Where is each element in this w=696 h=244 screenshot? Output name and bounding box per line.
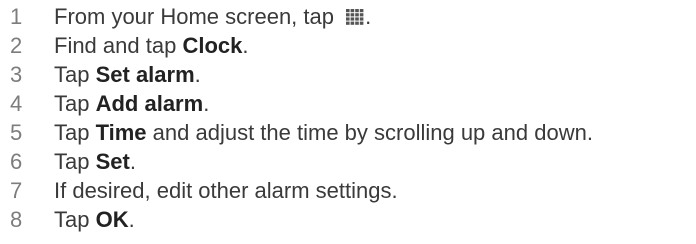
- step-4: 4 Tap Add alarm.: [10, 89, 593, 118]
- step-text: Find and tap: [54, 33, 183, 58]
- step-2: 2 Find and tap Clock.: [10, 31, 593, 60]
- step-text: From your Home screen, tap: [54, 4, 341, 29]
- step-7: 7 If desired, edit other alarm settings.: [10, 176, 593, 205]
- step-text: Tap: [54, 120, 96, 145]
- step-number: 8: [10, 207, 23, 232]
- step-1: 1 From your Home screen, tap .: [10, 2, 593, 31]
- step-text: and adjust the time by scrolling up and …: [146, 120, 593, 145]
- step-keyword: Set alarm: [95, 62, 195, 87]
- step-number: 6: [10, 149, 23, 174]
- step-number: 7: [10, 178, 23, 203]
- step-keyword: Set: [95, 149, 130, 174]
- step-text: Tap: [54, 149, 96, 174]
- step-keyword: Clock: [182, 33, 243, 58]
- step-text: .: [194, 62, 201, 87]
- app-grid-icon: [345, 8, 365, 26]
- step-text: If desired, edit other alarm settings.: [54, 178, 398, 203]
- step-3: 3 Tap Set alarm.: [10, 60, 593, 89]
- step-text: .: [129, 149, 136, 174]
- step-text: Tap: [54, 62, 96, 87]
- step-text: .: [203, 91, 210, 116]
- step-text: Tap: [54, 91, 96, 116]
- step-number: 1: [10, 4, 23, 29]
- step-8: 8 Tap OK.: [10, 205, 593, 234]
- step-keyword: Time: [95, 120, 147, 145]
- step-number: 2: [10, 33, 23, 58]
- step-number: 4: [10, 91, 23, 116]
- step-5: 5 Tap Time and adjust the time by scrolli…: [10, 118, 593, 147]
- step-text: .: [365, 4, 372, 29]
- instruction-steps: 1 From your Home screen, tap . 2 Find and …: [10, 2, 593, 234]
- step-text: Tap: [54, 207, 96, 232]
- step-keyword: Add alarm: [95, 91, 204, 116]
- step-text: .: [128, 207, 135, 232]
- step-6: 6 Tap Set.: [10, 147, 593, 176]
- step-number: 5: [10, 120, 23, 145]
- step-number: 3: [10, 62, 23, 87]
- step-text: .: [242, 33, 249, 58]
- step-keyword: OK: [95, 207, 129, 232]
